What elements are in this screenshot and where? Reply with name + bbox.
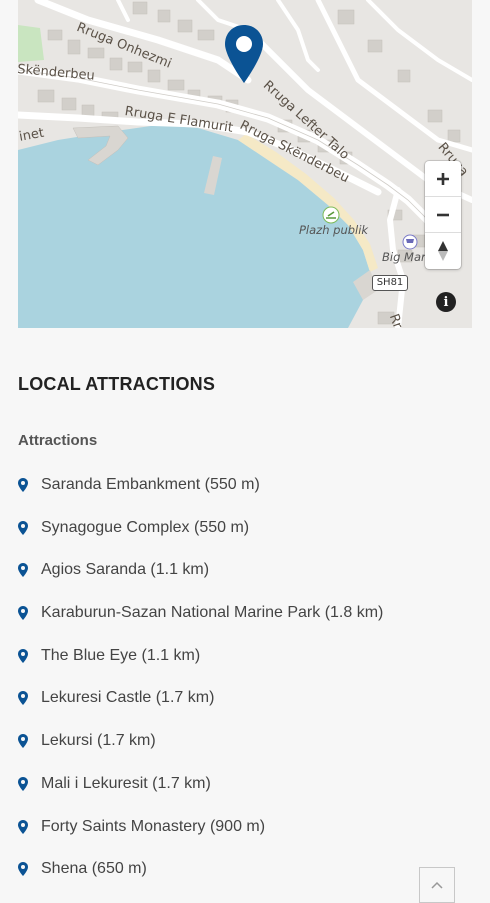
map[interactable]: Rruga Onhezmi Skënderbeu Rruga E Flamuri… bbox=[18, 0, 472, 328]
info-button[interactable]: i bbox=[436, 292, 456, 312]
list-item: Saranda Embankment (550 m) bbox=[18, 475, 383, 518]
attraction-name: Agios Saranda (1.1 km) bbox=[41, 561, 210, 579]
attraction-name: Karaburun-Sazan National Marine Park (1.… bbox=[41, 604, 384, 622]
chevron-up-icon bbox=[431, 881, 443, 889]
zoom-out-button[interactable] bbox=[425, 197, 461, 233]
attraction-name: Lekursi (1.7 km) bbox=[41, 732, 156, 750]
attractions-subheading: Attractions bbox=[18, 432, 98, 449]
zoom-in-button[interactable] bbox=[425, 161, 461, 197]
attraction-name: The Blue Eye (1.1 km) bbox=[41, 646, 201, 664]
attraction-name: Lekuresi Castle (1.7 km) bbox=[41, 689, 215, 707]
map-marker-icon bbox=[18, 646, 41, 669]
list-item: Lekuresi Castle (1.7 km) bbox=[18, 688, 383, 731]
map-marker-icon bbox=[18, 518, 41, 541]
back-to-top-button[interactable] bbox=[419, 867, 455, 903]
attraction-name: Forty Saints Monastery (900 m) bbox=[41, 817, 266, 835]
compass-icon bbox=[438, 241, 448, 261]
plus-icon bbox=[437, 172, 449, 185]
info-icon: i bbox=[443, 294, 449, 310]
list-item: The Blue Eye (1.1 km) bbox=[18, 646, 383, 689]
list-item: Synagogue Complex (550 m) bbox=[18, 518, 383, 561]
poi-label: Plazh publik bbox=[299, 223, 369, 237]
road-shield: SH81 bbox=[372, 275, 408, 291]
attraction-name: Shena (650 m) bbox=[41, 860, 147, 878]
list-item: Agios Saranda (1.1 km) bbox=[18, 560, 383, 603]
map-marker-icon bbox=[18, 560, 41, 583]
list-item: Mali i Lekuresit (1.7 km) bbox=[18, 774, 383, 817]
zoom-controls bbox=[425, 161, 461, 269]
map-marker-icon bbox=[18, 603, 41, 626]
shop-icon[interactable] bbox=[402, 234, 418, 250]
attraction-name: Mali i Lekuresit (1.7 km) bbox=[41, 774, 211, 792]
location-pin-icon[interactable] bbox=[224, 24, 264, 84]
attraction-name: Saranda Embankment (550 m) bbox=[41, 476, 260, 493]
map-marker-icon bbox=[18, 475, 41, 498]
list-item: Lekursi (1.7 km) bbox=[18, 731, 383, 774]
section-title: LOCAL ATTRACTIONS bbox=[18, 374, 216, 394]
beach-icon[interactable] bbox=[322, 206, 340, 224]
list-item: Shena (650 m) bbox=[18, 859, 383, 902]
reset-bearing-button[interactable] bbox=[425, 233, 461, 269]
attraction-name: Synagogue Complex (550 m) bbox=[41, 518, 250, 536]
list-item: Forty Saints Monastery (900 m) bbox=[18, 817, 383, 860]
map-marker-icon bbox=[18, 774, 41, 797]
list-item: Karaburun-Sazan National Marine Park (1.… bbox=[18, 603, 383, 646]
minus-icon bbox=[437, 213, 449, 216]
attractions-list: Saranda Embankment (550 m) Synagogue Com… bbox=[18, 475, 383, 902]
map-marker-icon bbox=[18, 859, 41, 882]
map-marker-icon bbox=[18, 817, 41, 840]
map-marker-icon bbox=[18, 688, 41, 711]
map-marker-icon bbox=[18, 731, 41, 754]
